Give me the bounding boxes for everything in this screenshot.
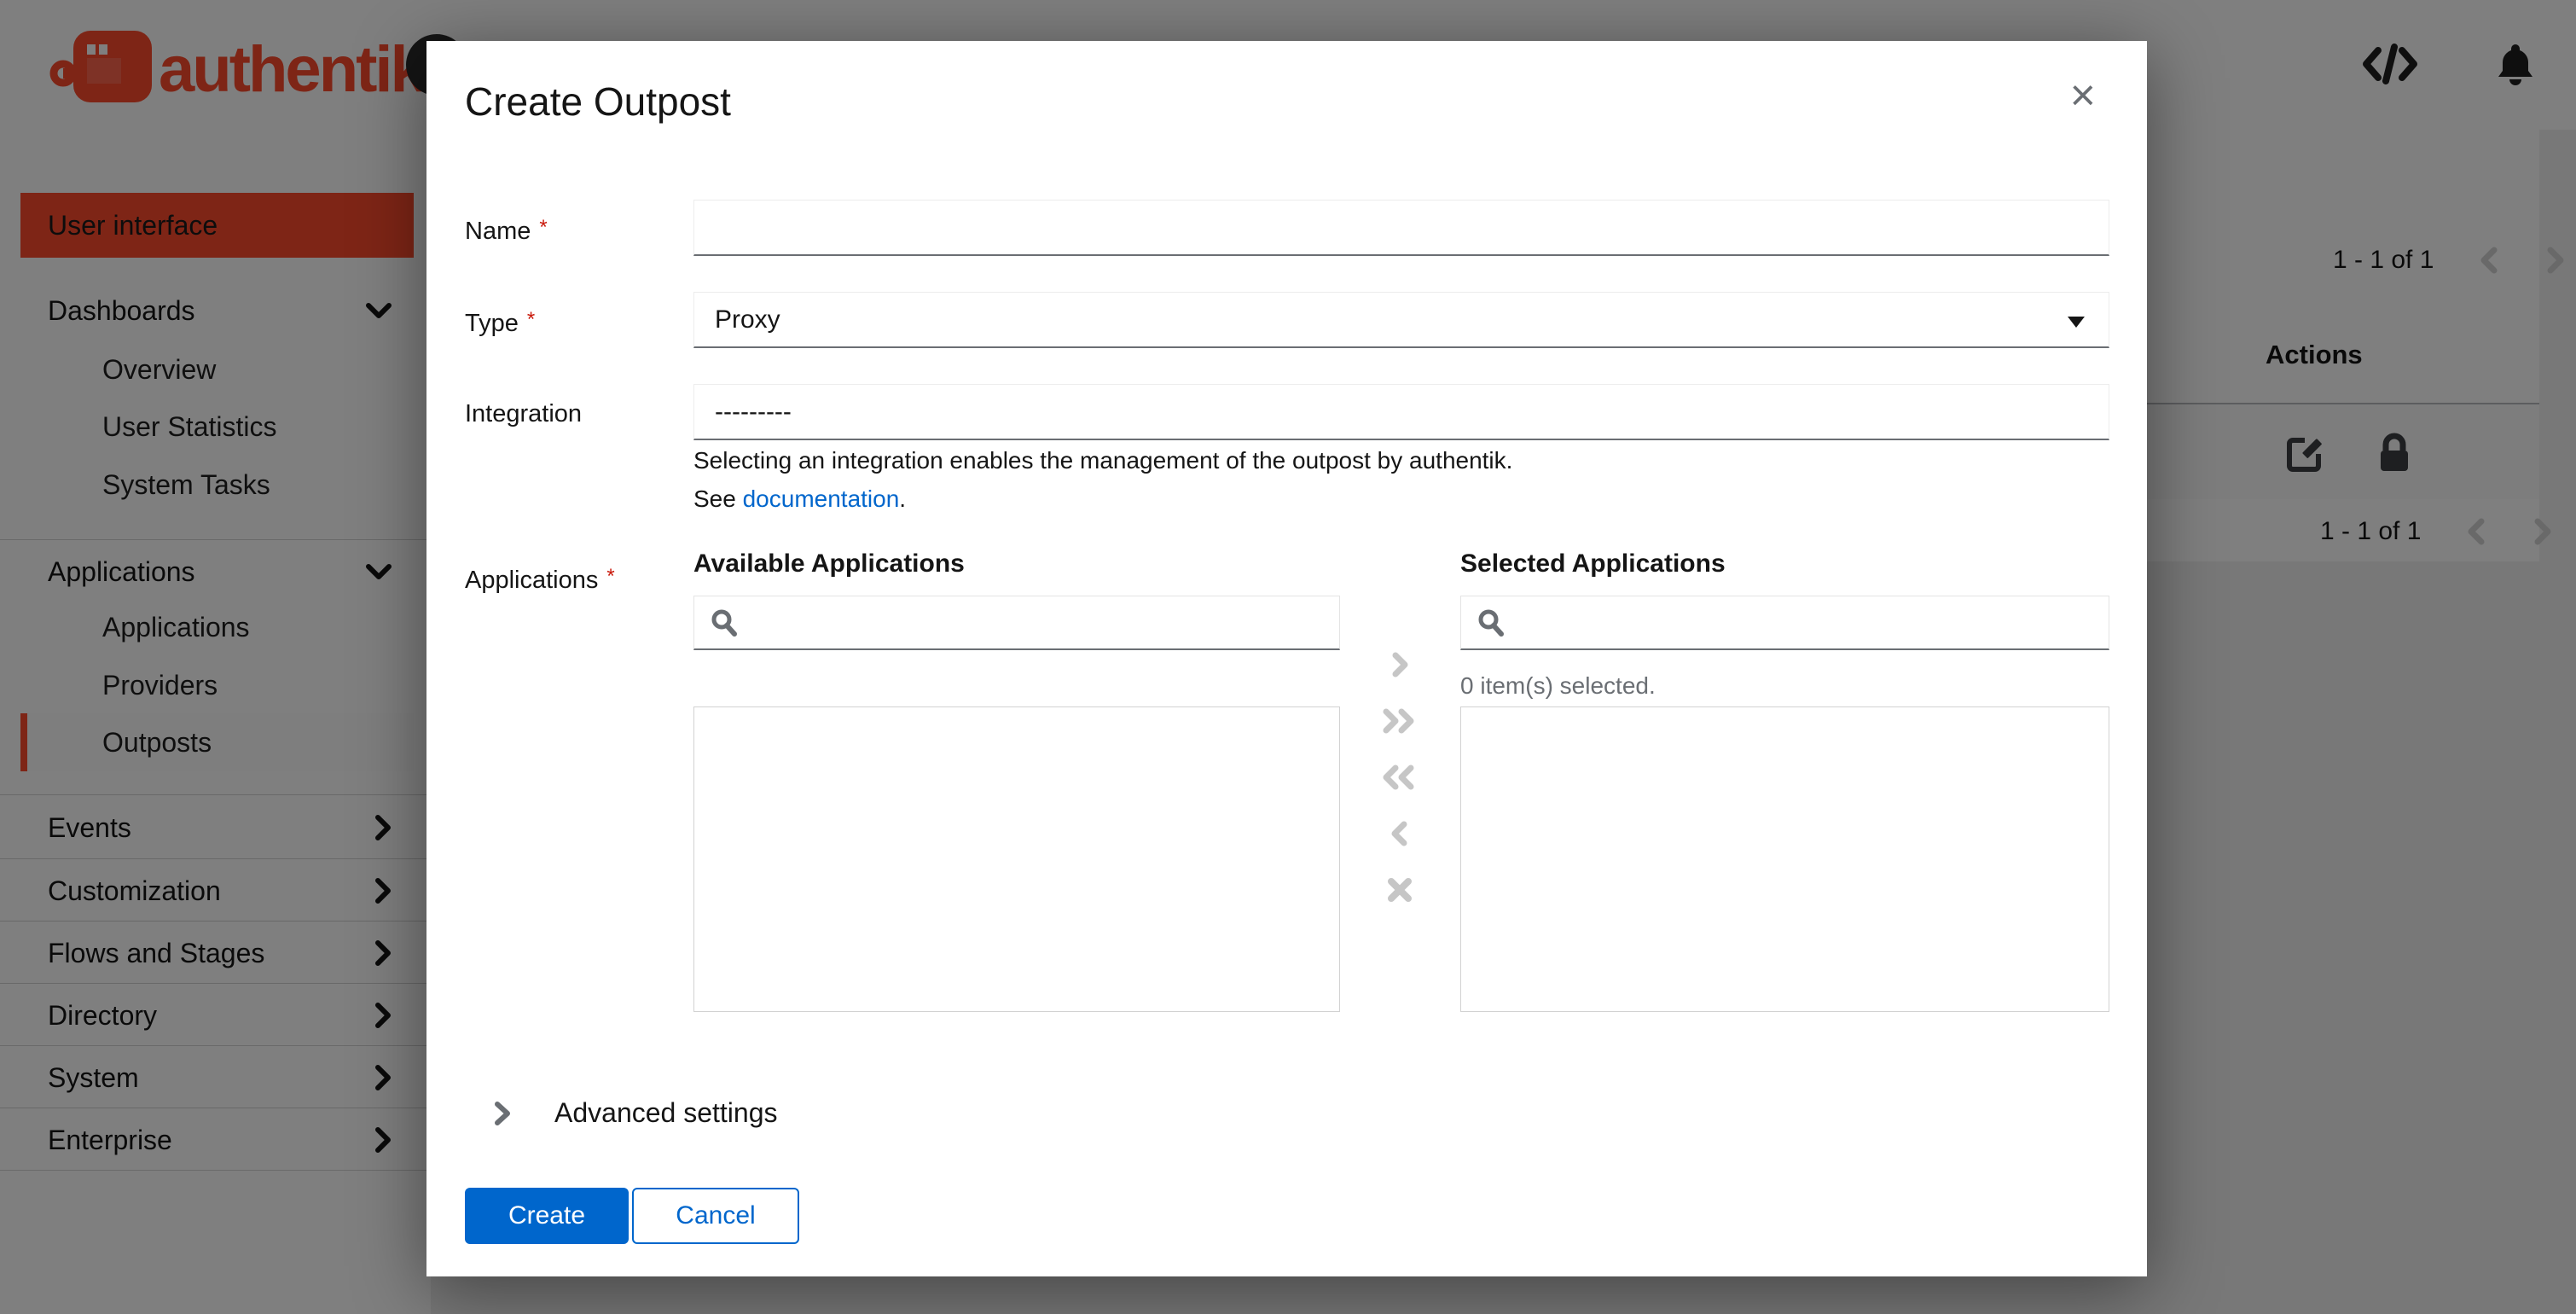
integration-help-see: See documentation. (693, 485, 907, 512)
angle-double-right-icon[interactable] (1372, 705, 1427, 737)
selected-applications-title: Selected Applications (1460, 549, 1726, 578)
name-input[interactable] (693, 200, 2109, 256)
type-select-value: Proxy (715, 305, 780, 334)
available-listbox[interactable] (693, 706, 1340, 1012)
search-icon (711, 609, 737, 637)
name-label: Name * (465, 216, 548, 245)
chevron-right-icon (495, 1101, 510, 1125)
selected-search[interactable] (1460, 596, 2109, 650)
required-asterisk: * (606, 565, 615, 588)
available-applications-title: Available Applications (693, 549, 965, 578)
advanced-settings-label: Advanced settings (554, 1097, 778, 1128)
modal-title: Create Outpost (465, 79, 731, 124)
angle-left-icon[interactable] (1372, 817, 1427, 850)
angle-right-icon[interactable] (1372, 648, 1427, 681)
type-select[interactable]: Proxy (693, 292, 2109, 348)
applications-label: Applications * (465, 565, 615, 594)
create-button[interactable]: Create (465, 1188, 629, 1244)
close-icon[interactable]: × (2070, 73, 2096, 118)
documentation-link[interactable]: documentation (743, 485, 900, 512)
cancel-button[interactable]: Cancel (632, 1188, 799, 1244)
integration-help-text: Selecting an integration enables the man… (693, 447, 1513, 474)
required-asterisk: * (539, 216, 548, 239)
selected-listbox[interactable] (1460, 706, 2109, 1012)
available-search[interactable] (693, 596, 1340, 650)
integration-label: Integration (465, 400, 583, 427)
create-outpost-modal: Create Outpost × Name * Type * Proxy Integ… (426, 41, 2147, 1276)
cross-icon[interactable] (1372, 874, 1427, 906)
integration-select[interactable]: --------- (693, 384, 2109, 440)
page: authentik User interface (0, 0, 2576, 1314)
required-asterisk: * (526, 308, 536, 331)
selected-count: 0 item(s) selected. (1460, 672, 1656, 699)
angle-double-left-icon[interactable] (1372, 761, 1427, 794)
type-label: Type * (465, 308, 536, 337)
advanced-settings-toggle[interactable]: Advanced settings (493, 1097, 778, 1129)
caret-down-icon (2068, 317, 2085, 328)
integration-select-value: --------- (715, 397, 792, 426)
search-icon (1478, 609, 1504, 637)
